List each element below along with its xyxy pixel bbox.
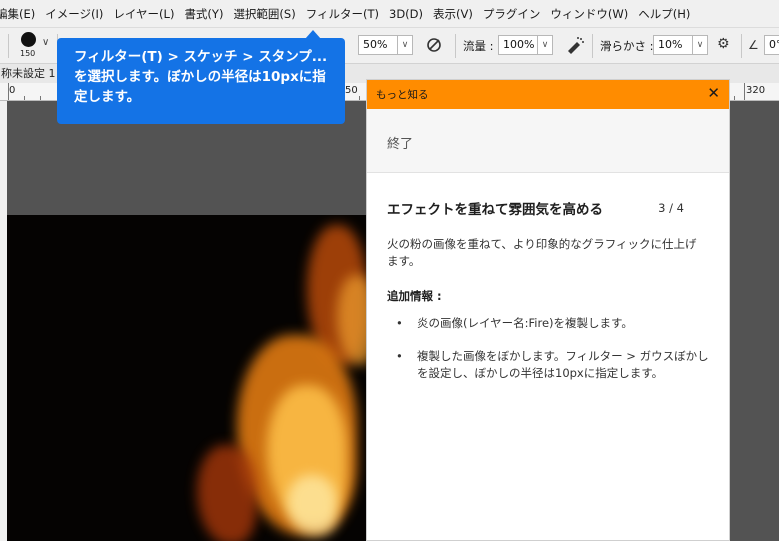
- workspace-right: [730, 101, 779, 541]
- chevron-down-icon[interactable]: ∨: [398, 35, 413, 55]
- smoothing-field[interactable]: 10%: [653, 35, 693, 55]
- angle-icon: ∠: [748, 38, 759, 52]
- extra-info-list: 炎の画像(レイヤー名:Fire)を複製します。 複製した画像をぼかします。フィル…: [387, 315, 709, 382]
- close-icon[interactable]: ✕: [707, 84, 720, 102]
- flame-shape: [287, 475, 337, 535]
- instruction-tooltip: フィルター(T) > スケッチ > スタンプ...を選択します。ぼかしの半径は1…: [57, 38, 345, 124]
- ruler-label: 50: [345, 85, 358, 96]
- menu-edit[interactable]: 編集(E): [0, 0, 40, 28]
- panel-title: もっと知る: [376, 89, 429, 101]
- ruler-tick: [40, 96, 41, 100]
- menu-type[interactable]: 書式(Y): [179, 0, 228, 28]
- airbrush-icon[interactable]: [565, 36, 585, 58]
- angle-field[interactable]: 0°: [764, 35, 779, 55]
- menu-3d[interactable]: 3D(D): [384, 0, 428, 28]
- menu-select[interactable]: 選択範囲(S): [228, 0, 300, 28]
- brush-preview[interactable]: [21, 32, 36, 47]
- end-tutorial-row[interactable]: 終了: [367, 109, 729, 173]
- flow-label: 流量 :: [463, 39, 494, 53]
- menu-window[interactable]: ウィンドウ(W): [545, 0, 633, 28]
- ruler-label: 0: [9, 85, 16, 96]
- chevron-down-icon[interactable]: ∨: [42, 37, 49, 48]
- list-item: 複製した画像をぼかします。フィルター > ガウスぼかしを設定し、ぼかしの半径は1…: [387, 348, 709, 382]
- menu-help[interactable]: ヘルプ(H): [633, 0, 695, 28]
- ruler-tick: [359, 96, 360, 100]
- step-counter: 3 / 4: [658, 201, 684, 215]
- fire-image[interactable]: [7, 215, 407, 541]
- ruler-tick: [8, 83, 9, 100]
- menu-bar: 編集(E) イメージ(I) レイヤー(L) 書式(Y) 選択範囲(S) フィルタ…: [0, 0, 779, 28]
- learn-panel: もっと知る ✕ 終了 エフェクトを重ねて雰囲気を高める 3 / 4 火の粉の画像…: [366, 79, 730, 541]
- menu-layer[interactable]: レイヤー(L): [108, 0, 179, 28]
- chevron-down-icon[interactable]: ∨: [693, 35, 708, 55]
- step-description: 火の粉の画像を重ねて、より印象的なグラフィックに仕上げます。: [387, 237, 697, 268]
- menu-view[interactable]: 表示(V): [428, 0, 478, 28]
- ruler-label: 320: [746, 85, 766, 96]
- ruler-tick: [744, 83, 745, 100]
- menu-image[interactable]: イメージ(I): [40, 0, 108, 28]
- smoothing-label: 滑らかさ :: [600, 39, 654, 53]
- vertical-ruler: [0, 101, 7, 541]
- separator: [455, 34, 456, 58]
- end-button[interactable]: 終了: [387, 133, 413, 152]
- flow-field[interactable]: 100%: [498, 35, 538, 55]
- ruler-tick: [734, 96, 735, 100]
- list-item: 炎の画像(レイヤー名:Fire)を複製します。: [387, 315, 709, 332]
- pressure-opacity-icon[interactable]: [425, 36, 443, 58]
- panel-content: エフェクトを重ねて雰囲気を高める 3 / 4 火の粉の画像を重ねて、より印象的な…: [367, 173, 729, 382]
- separator: [741, 34, 742, 58]
- separator: [592, 34, 593, 58]
- chevron-down-icon[interactable]: ∨: [538, 35, 553, 55]
- brush-size-label: 150: [20, 49, 36, 58]
- panel-header: もっと知る ✕: [367, 80, 729, 109]
- extra-info-heading: 追加情報 :: [387, 289, 442, 303]
- ruler-tick: [24, 96, 25, 100]
- flame-shape: [197, 445, 257, 541]
- gear-icon[interactable]: ⚙: [717, 36, 730, 52]
- menu-filter[interactable]: フィルター(T): [301, 0, 384, 28]
- opacity-field[interactable]: 50%: [358, 35, 398, 55]
- menu-plugins[interactable]: プラグイン: [478, 0, 546, 28]
- separator: [8, 34, 9, 58]
